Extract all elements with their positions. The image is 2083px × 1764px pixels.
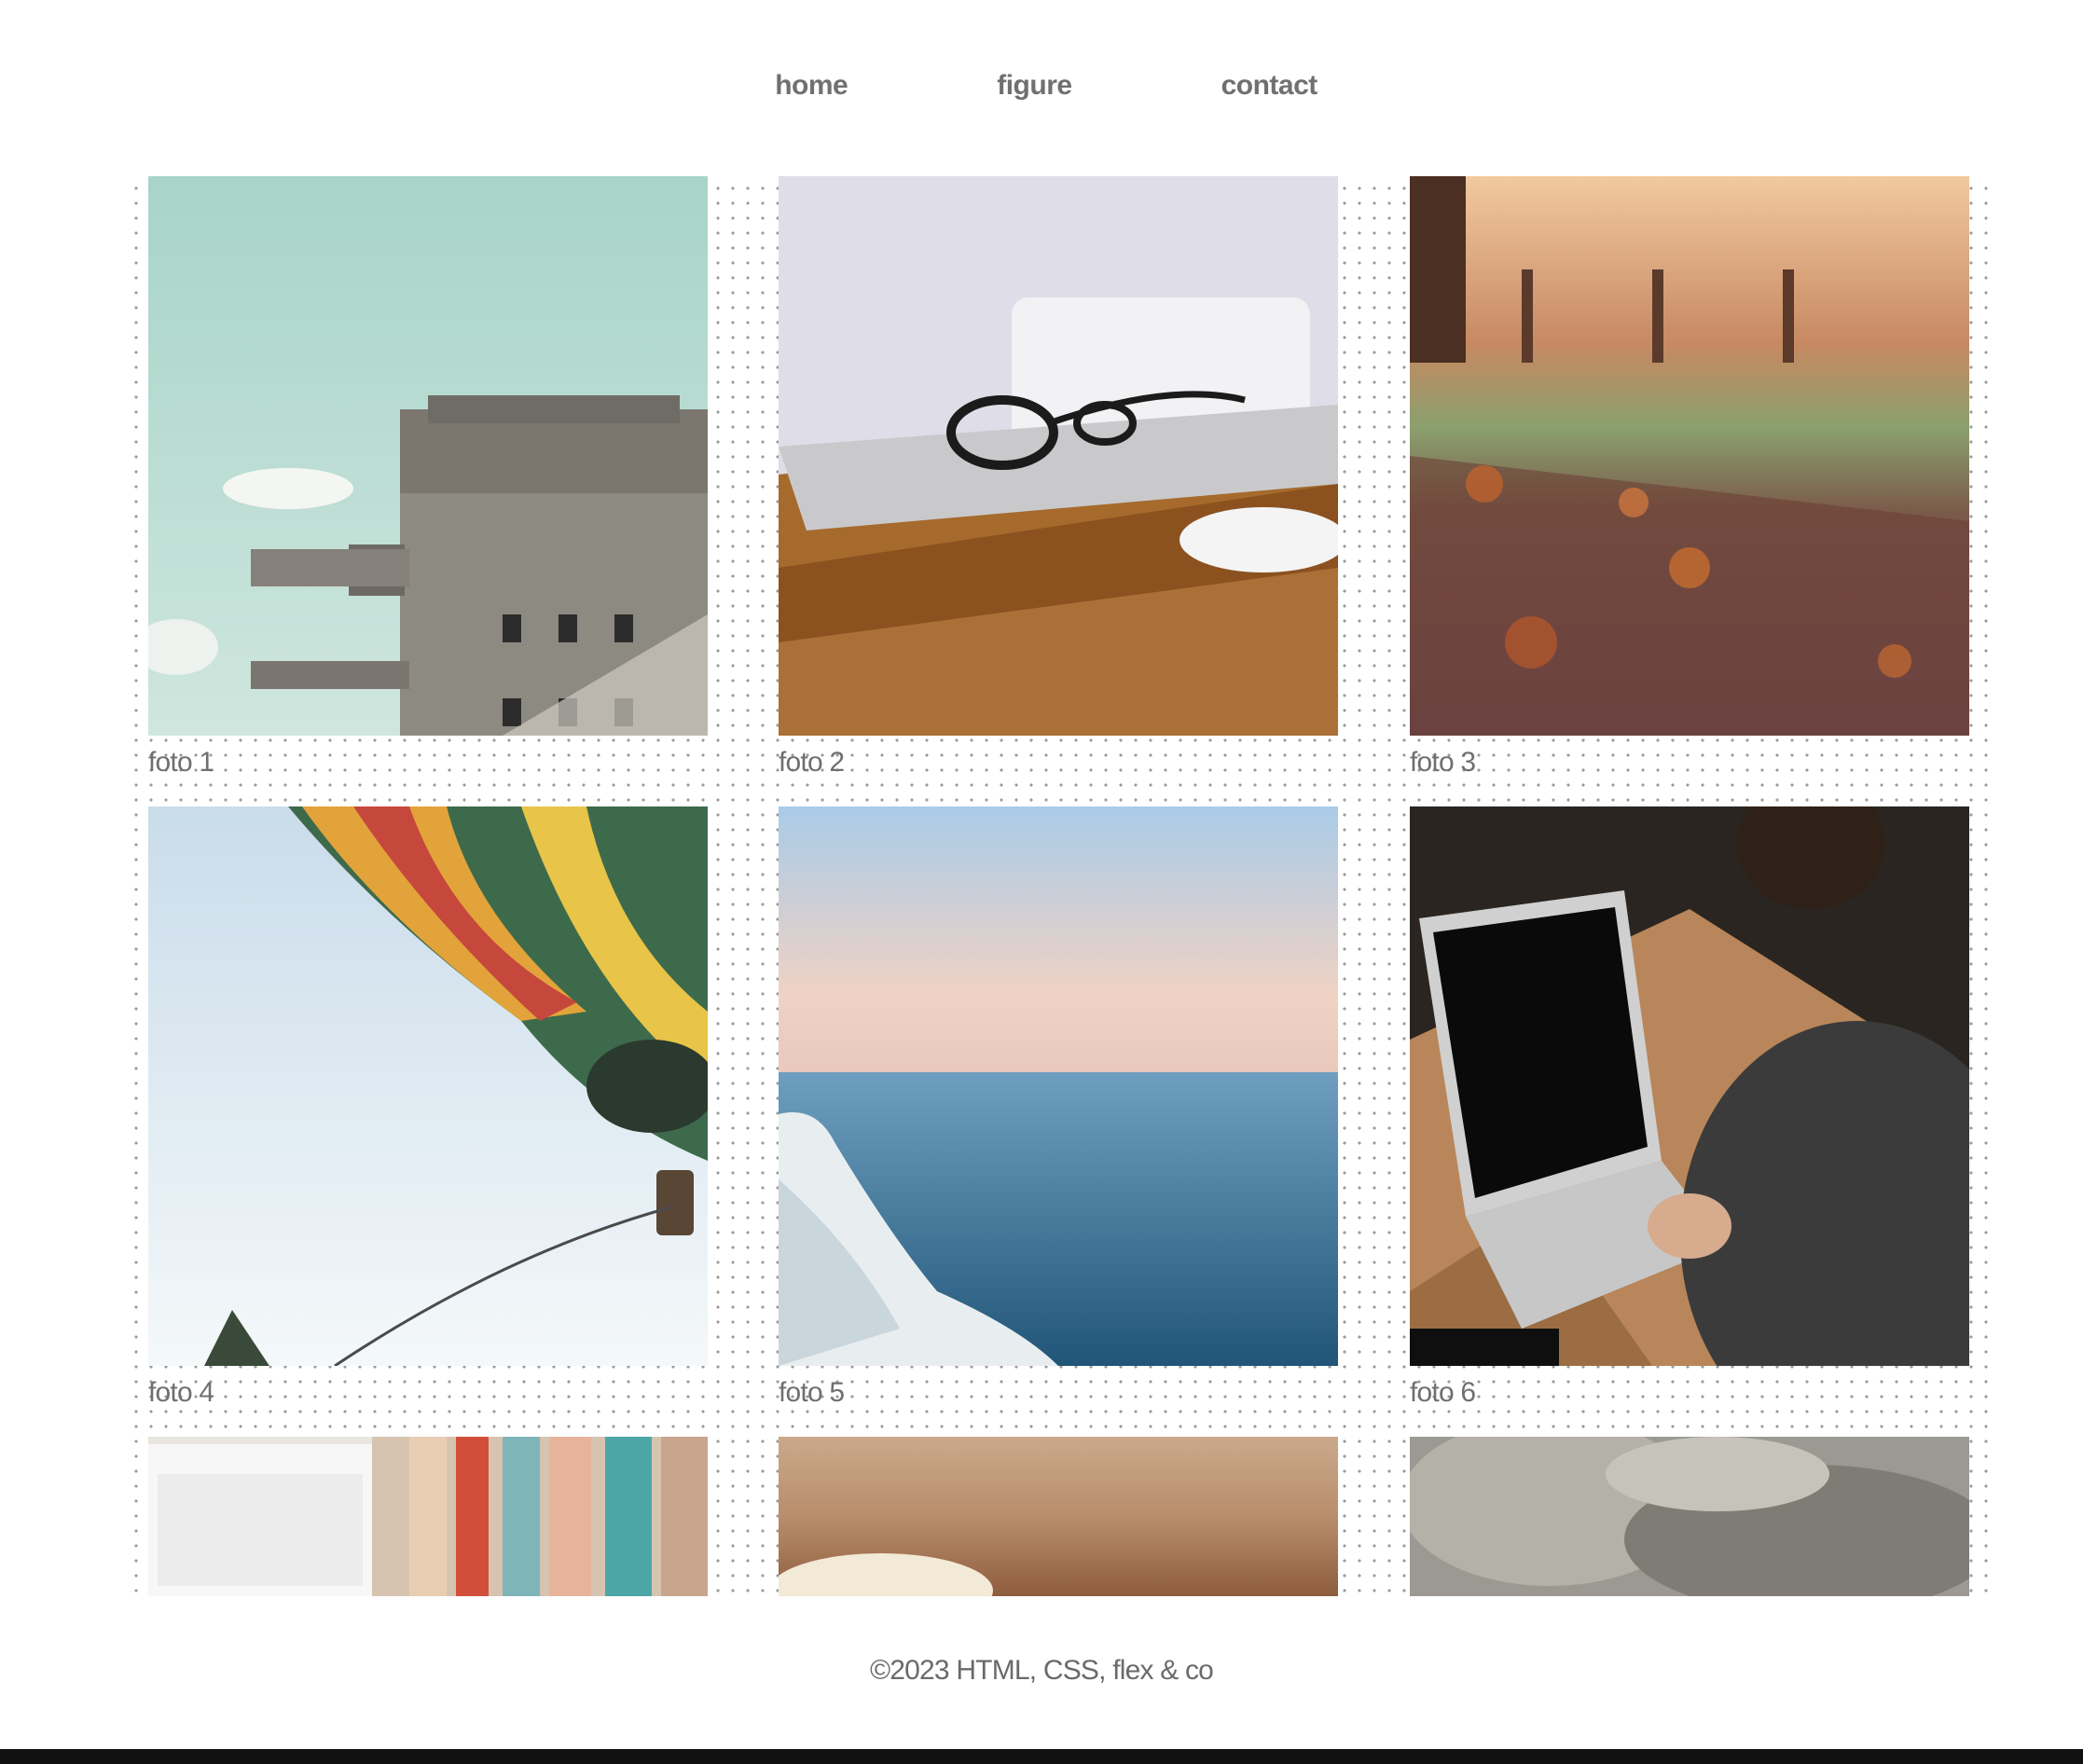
page-footer: ©2023 HTML, CSS, flex & co	[869, 1655, 1214, 1686]
photo-image-fur[interactable]	[1410, 1437, 1969, 1596]
photo-caption: foto 3	[1410, 747, 1476, 778]
photo-card[interactable]: foto 3	[1410, 176, 1969, 779]
window-bottom-edge	[0, 1749, 2083, 1764]
photo-image-laptop-user[interactable]	[1410, 806, 1969, 1366]
photo-card[interactable]: foto 5	[779, 806, 1338, 1409]
photo-gallery: foto 1 foto 2 foto 3 foto 4 foto 5 foto …	[126, 176, 1991, 1596]
nav-link-contact[interactable]: contact	[1221, 70, 1318, 102]
photo-image-autumn[interactable]	[1410, 176, 1969, 736]
photo-card[interactable]: foto 6	[1410, 806, 1969, 1409]
photo-caption: foto 2	[779, 747, 845, 778]
photo-card[interactable]: foto 4	[148, 806, 708, 1409]
photo-card[interactable]: foto 1	[148, 176, 708, 779]
photo-image-building[interactable]	[148, 176, 708, 736]
nav-link-home[interactable]: home	[775, 70, 848, 102]
photo-card[interactable]	[1410, 1437, 1969, 1596]
main-nav: home figure contact	[0, 63, 2083, 108]
nav-link-figure[interactable]: figure	[997, 70, 1072, 102]
photo-caption: foto 1	[148, 747, 214, 778]
photo-image-balloon[interactable]	[148, 806, 708, 1366]
photo-image-keyboard[interactable]	[148, 1437, 708, 1596]
photo-caption: foto 4	[148, 1377, 214, 1408]
photo-image-desk[interactable]	[779, 176, 1338, 736]
photo-caption: foto 5	[779, 1377, 845, 1408]
photo-image-cup[interactable]	[779, 1437, 1338, 1596]
photo-image-sea[interactable]	[779, 806, 1338, 1366]
photo-card[interactable]	[779, 1437, 1338, 1596]
photo-card[interactable]: foto 2	[779, 176, 1338, 779]
photo-card[interactable]	[148, 1437, 708, 1596]
photo-caption: foto 6	[1410, 1377, 1476, 1408]
